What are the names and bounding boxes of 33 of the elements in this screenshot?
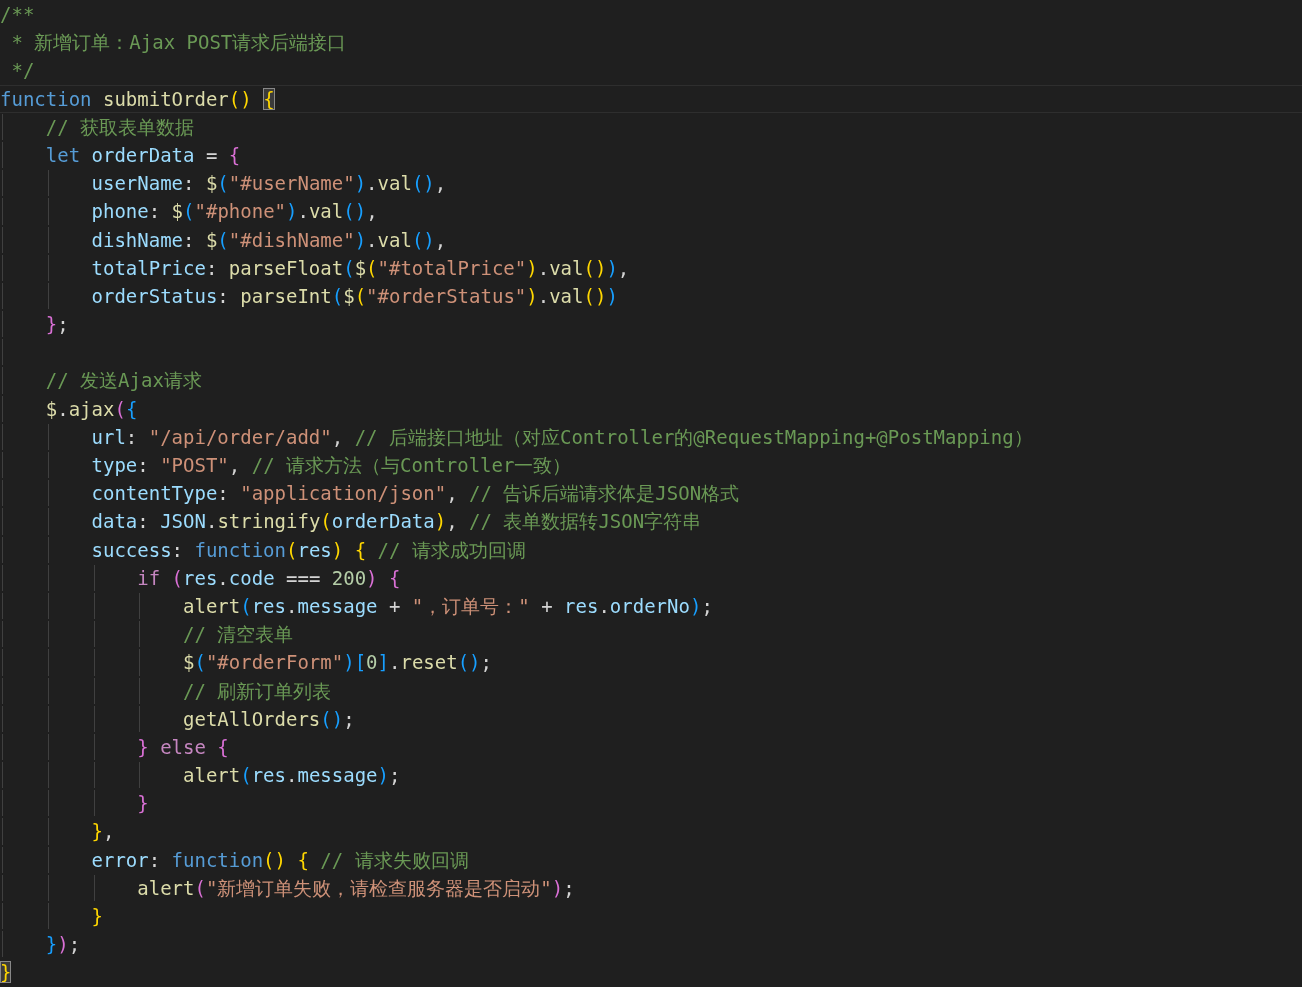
- code-line: type: "POST", // 请求方法（与Controller一致）: [91, 453, 572, 478]
- code-line: contentType: "application/json", // 告诉后端请求体是JSON格式: [91, 481, 740, 507]
- code-line: */: [10, 58, 35, 84]
- code-line: phone: $("#phone").val(),: [91, 199, 378, 225]
- code-line: $.ajax({: [45, 396, 138, 422]
- code-line: // 刷新订单列表: [183, 678, 332, 704]
- code-line: userName: $("#userName").val(),: [91, 171, 447, 197]
- code-line: alert(res.message + "，订单号：" + res.orderNo);: [183, 593, 713, 619]
- code-line: };: [45, 312, 69, 338]
- code-line: // 获取表单数据: [45, 114, 195, 140]
- code-line: $("#orderForm")[0].reset();: [183, 650, 492, 676]
- code-line: alert(res.message);: [183, 763, 401, 789]
- code-line: dishName: $("#dishName").val(),: [91, 227, 447, 253]
- code-line: let orderData = {: [45, 142, 241, 168]
- code-line: });: [45, 932, 81, 958]
- code-line: getAllOrders();: [183, 706, 355, 732]
- code-line: },: [91, 819, 115, 845]
- code-line: * 新增订单：Ajax POST请求后端接口: [10, 30, 347, 56]
- code-line: // 清空表单: [183, 622, 294, 648]
- code-line: /**: [0, 2, 35, 27]
- code-line: alert("新增订单失败，请检查服务器是否启动");: [137, 875, 575, 901]
- code-line: if (res.code === 200) {: [137, 565, 401, 591]
- code-line: } else {: [137, 734, 229, 760]
- code-line: success: function(res) { // 请求成功回调: [91, 537, 526, 563]
- code-line: // 发送Ajax请求: [45, 368, 202, 394]
- code-line: data: JSON.stringify(orderData), // 表单数据转JSON字符串: [91, 509, 702, 535]
- code-line: totalPrice: parseFloat($("#totalPrice").val()),: [91, 255, 630, 281]
- code-line: }: [137, 791, 149, 817]
- code-line: error: function() { // 请求失败回调: [91, 847, 469, 873]
- code-line: function submitOrder() {: [0, 86, 275, 112]
- code-line: }: [91, 904, 103, 929]
- code-line: url: "/api/order/add", // 后端接口地址（对应Controller的@RequestMapping+@PostMapping）: [91, 424, 1033, 450]
- code-line: orderStatus: parseInt($("#orderStatus").val()): [91, 283, 618, 309]
